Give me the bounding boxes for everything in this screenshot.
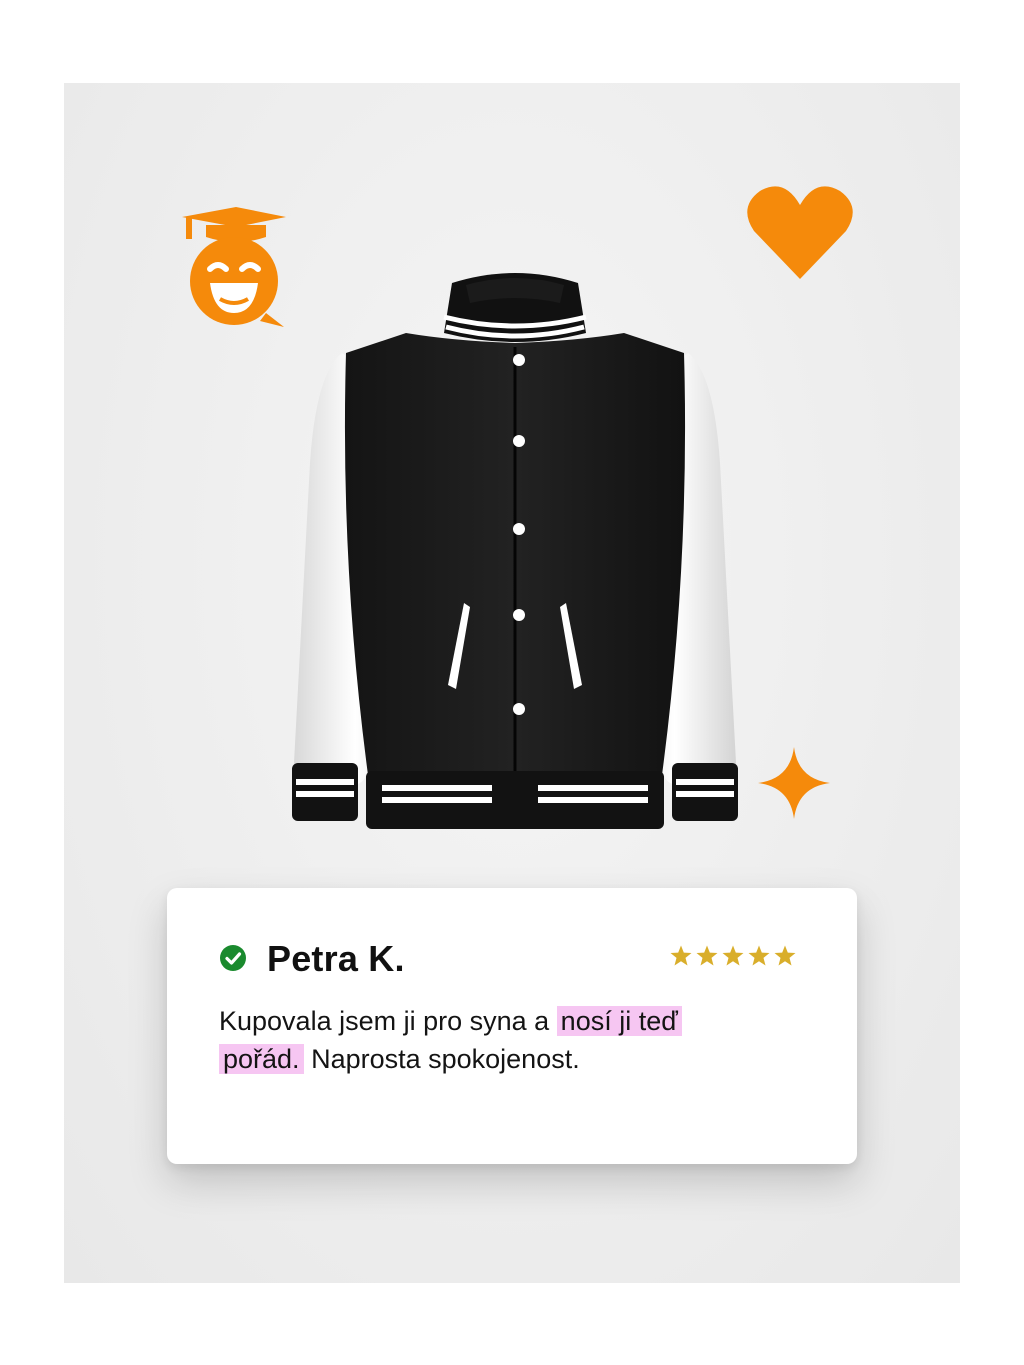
star-rating <box>669 944 797 968</box>
review-text-part: Naprosta spokojenost. <box>303 1044 580 1074</box>
varsity-jacket-image <box>292 273 738 829</box>
check-circle-icon <box>220 945 246 971</box>
star-icon <box>748 945 770 966</box>
star-icon <box>670 945 692 966</box>
review-highlight: nosí ji teď <box>556 1006 682 1036</box>
reviewer-name: Petra K. <box>267 938 405 979</box>
review-card: Petra K. Kupovala jsem ji pro syna a nos… <box>167 888 857 1164</box>
sparkle-icon <box>758 747 830 819</box>
star-icon <box>774 945 796 966</box>
review-highlight: pořád. <box>219 1044 304 1074</box>
star-icon <box>696 945 718 966</box>
star-icon <box>722 945 744 966</box>
review-header: Petra K. <box>219 938 797 979</box>
review-text: Kupovala jsem ji pro syna a nosí ji teď p… <box>219 1002 819 1078</box>
heart-icon <box>747 186 853 279</box>
review-text-part: Kupovala jsem ji pro syna a <box>219 1006 557 1036</box>
graduate-smiley-icon <box>182 207 286 327</box>
